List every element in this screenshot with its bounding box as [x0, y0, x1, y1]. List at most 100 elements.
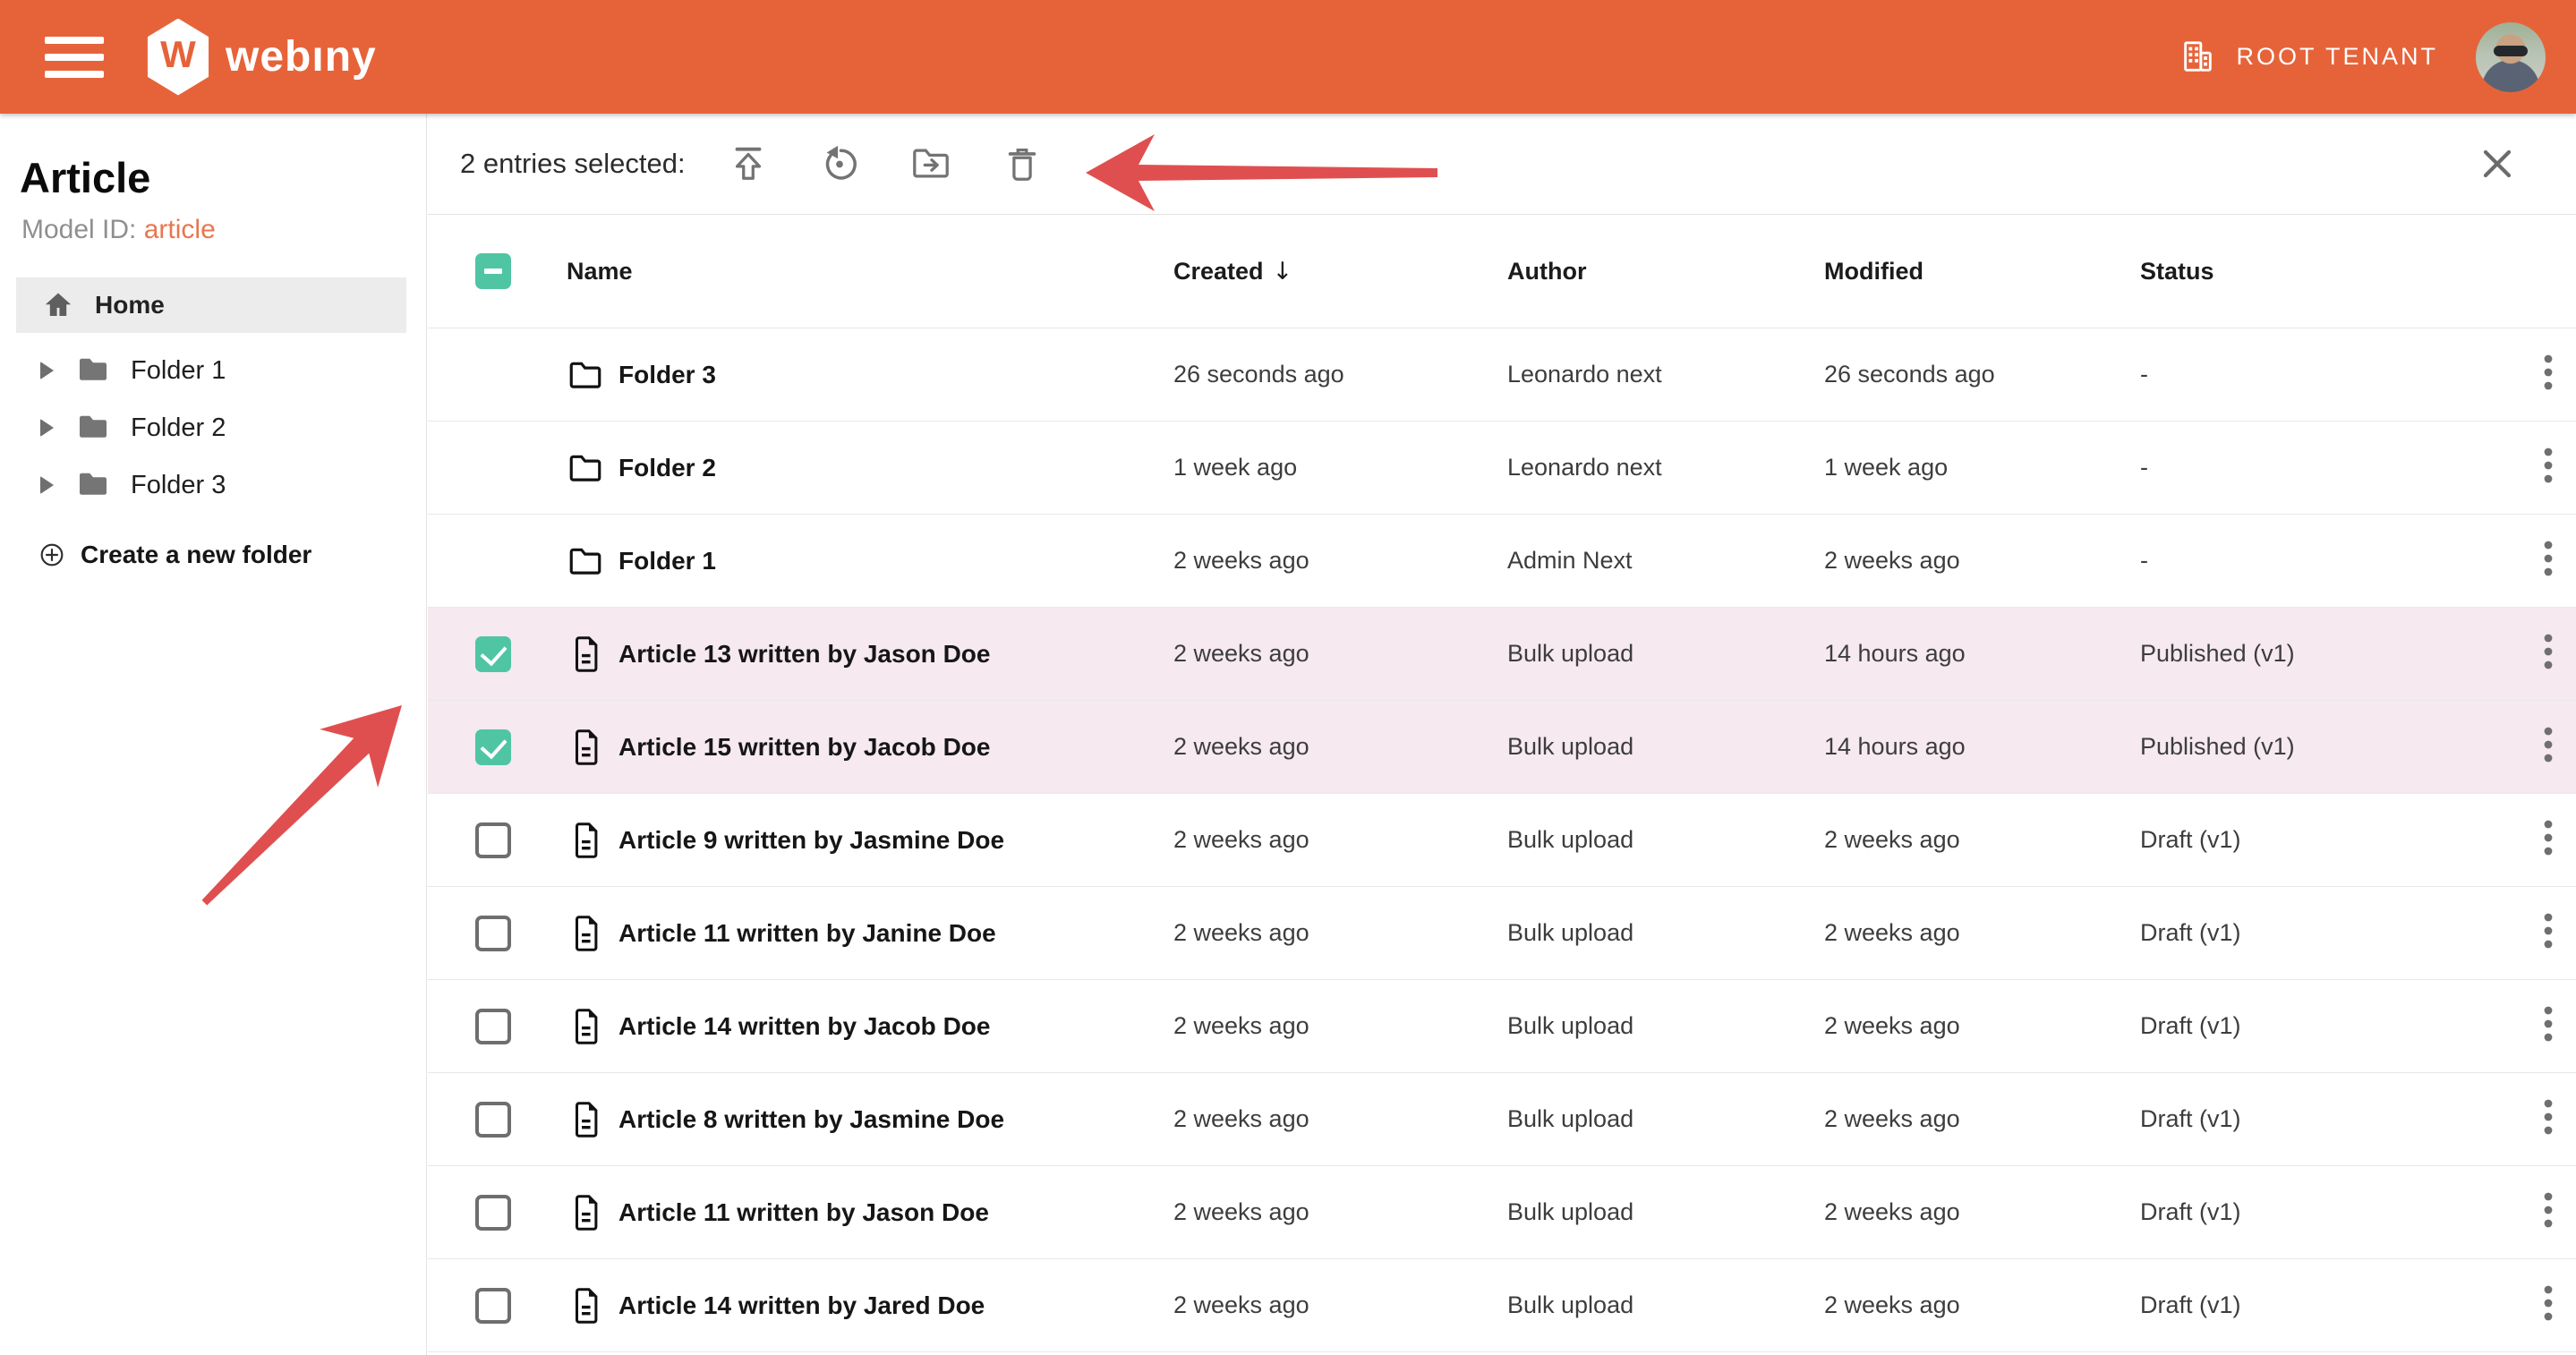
table-header: Name Created↓ Author Modified Status: [428, 215, 2576, 328]
table-body: Folder 3 26 seconds ago Leonardo next 26…: [428, 328, 2576, 1352]
delete-button[interactable]: [1001, 142, 1044, 185]
kebab-icon: [2543, 1005, 2554, 1043]
sidebar-folder-2[interactable]: Folder 2: [0, 399, 426, 456]
create-folder-button[interactable]: Create a new folder: [0, 541, 426, 569]
entry-status: Draft (v1): [2140, 1291, 2498, 1319]
entry-modified: 2 weeks ago: [1824, 1012, 2140, 1040]
table-row[interactable]: Article 15 written by Jacob Doe 2 weeks …: [428, 701, 2576, 794]
selection-toolbar: 2 entries selected:: [428, 114, 2576, 215]
entry-name[interactable]: Article 13 written by Jason Doe: [618, 640, 990, 669]
row-checkbox[interactable]: [475, 1102, 511, 1138]
entry-name[interactable]: Article 11 written by Jason Doe: [618, 1198, 989, 1227]
entry-name[interactable]: Article 15 written by Jacob Doe: [618, 733, 990, 762]
caret-right-icon[interactable]: [40, 419, 54, 437]
entry-name[interactable]: Article 14 written by Jacob Doe: [618, 1012, 990, 1041]
publish-icon: [728, 143, 769, 184]
row-menu-button[interactable]: [2538, 1186, 2559, 1239]
document-icon: [568, 1192, 602, 1233]
row-checkbox[interactable]: [475, 916, 511, 951]
folder-icon: [77, 355, 109, 382]
row-menu-button[interactable]: [2538, 1093, 2559, 1146]
table-row[interactable]: Article 11 written by Janine Doe 2 weeks…: [428, 887, 2576, 980]
entry-status: Published (v1): [2140, 640, 2498, 668]
folder-label: Folder 1: [131, 356, 226, 386]
entry-name[interactable]: Article 14 written by Jared Doe: [618, 1291, 985, 1320]
entry-author: Bulk upload: [1507, 1198, 1824, 1226]
row-menu-button[interactable]: [2538, 534, 2559, 587]
sidebar: Article Model ID: article Home Folder 1F…: [0, 114, 427, 1355]
entry-name[interactable]: Article 9 written by Jasmine Doe: [618, 826, 1004, 855]
entry-created: 2 weeks ago: [1173, 1198, 1507, 1226]
sidebar-folder-list: Folder 1 Folder 2Folder 3: [0, 342, 426, 514]
table-row[interactable]: Folder 2 1 week ago Leonardo next 1 week…: [428, 422, 2576, 515]
entry-name[interactable]: Folder 3: [618, 361, 716, 389]
row-checkbox[interactable]: [475, 729, 511, 765]
entry-modified: 26 seconds ago: [1824, 361, 2140, 388]
row-menu-button[interactable]: [2538, 627, 2559, 680]
entry-status: Draft (v1): [2140, 1198, 2498, 1226]
folder-icon: [567, 543, 604, 579]
page-title: Article: [20, 153, 426, 202]
entry-modified: 1 week ago: [1824, 454, 2140, 481]
row-menu-button[interactable]: [2538, 720, 2559, 773]
table-row[interactable]: Article 14 written by Jacob Doe 2 weeks …: [428, 980, 2576, 1073]
entry-modified: 14 hours ago: [1824, 640, 2140, 668]
row-menu-button[interactable]: [2538, 348, 2559, 401]
sidebar-folder-3[interactable]: Folder 3: [0, 456, 426, 514]
column-header-status[interactable]: Status: [2140, 258, 2498, 285]
publish-button[interactable]: [727, 142, 770, 185]
entry-name[interactable]: Article 11 written by Janine Doe: [618, 919, 996, 948]
document-icon: [568, 1285, 602, 1326]
main-content: 2 entries selected: Name Created↓ Author…: [428, 114, 2576, 1355]
row-checkbox[interactable]: [475, 822, 511, 858]
entry-status: -: [2140, 361, 2498, 388]
row-checkbox[interactable]: [475, 1009, 511, 1044]
caret-right-icon[interactable]: [40, 476, 54, 494]
column-header-modified[interactable]: Modified: [1824, 258, 2140, 285]
select-all-checkbox[interactable]: [475, 253, 511, 289]
kebab-icon: [2543, 819, 2554, 856]
tenant-label: ROOT TENANT: [2236, 43, 2438, 71]
entry-author: Leonardo next: [1507, 361, 1824, 388]
sidebar-folder-1[interactable]: Folder 1: [0, 342, 426, 399]
row-menu-button[interactable]: [2538, 814, 2559, 866]
user-avatar[interactable]: [2476, 22, 2546, 92]
column-header-created[interactable]: Created↓: [1173, 258, 1507, 285]
column-header-author[interactable]: Author: [1507, 258, 1824, 285]
entry-modified: 2 weeks ago: [1824, 826, 2140, 854]
row-checkbox[interactable]: [475, 1288, 511, 1324]
sidebar-item-home[interactable]: Home: [16, 277, 406, 333]
model-id-line: Model ID: article: [21, 215, 426, 245]
table-row[interactable]: Folder 1 2 weeks ago Admin Next 2 weeks …: [428, 515, 2576, 608]
row-menu-button[interactable]: [2538, 1279, 2559, 1332]
entry-name[interactable]: Folder 2: [618, 454, 716, 482]
tenant-selector[interactable]: ROOT TENANT: [2179, 38, 2438, 76]
model-id-value[interactable]: article: [144, 215, 216, 244]
table-row[interactable]: Article 11 written by Jason Doe 2 weeks …: [428, 1166, 2576, 1259]
table-row[interactable]: Article 9 written by Jasmine Doe 2 weeks…: [428, 794, 2576, 887]
table-row[interactable]: Article 14 written by Jared Doe 2 weeks …: [428, 1259, 2576, 1352]
close-icon: [2480, 147, 2514, 181]
table-row[interactable]: Article 13 written by Jason Doe 2 weeks …: [428, 608, 2576, 701]
hamburger-menu-icon[interactable]: [45, 37, 104, 78]
entry-author: Bulk upload: [1507, 1105, 1824, 1133]
caret-right-icon[interactable]: [40, 362, 54, 379]
entry-name[interactable]: Article 8 written by Jasmine Doe: [618, 1105, 1004, 1134]
webiny-logo[interactable]: W webıny: [145, 19, 377, 96]
entry-created: 2 weeks ago: [1173, 640, 1507, 668]
row-menu-button[interactable]: [2538, 441, 2559, 494]
column-header-name[interactable]: Name: [567, 258, 1173, 285]
close-selection-button[interactable]: [2478, 144, 2517, 183]
row-menu-button[interactable]: [2538, 1000, 2559, 1052]
row-checkbox[interactable]: [475, 1195, 511, 1231]
top-app-bar: W webıny ROOT TENANT: [0, 0, 2576, 114]
table-row[interactable]: Article 8 written by Jasmine Doe 2 weeks…: [428, 1073, 2576, 1166]
table-row[interactable]: Folder 3 26 seconds ago Leonardo next 26…: [428, 328, 2576, 422]
move-to-folder-button[interactable]: [909, 142, 952, 185]
row-checkbox[interactable]: [475, 636, 511, 672]
entry-name[interactable]: Folder 1: [618, 547, 716, 575]
app-root: W webıny ROOT TENANT Artic: [0, 0, 2576, 1355]
restore-button[interactable]: [818, 142, 861, 185]
row-menu-button[interactable]: [2538, 907, 2559, 959]
entry-status: Draft (v1): [2140, 1012, 2498, 1040]
